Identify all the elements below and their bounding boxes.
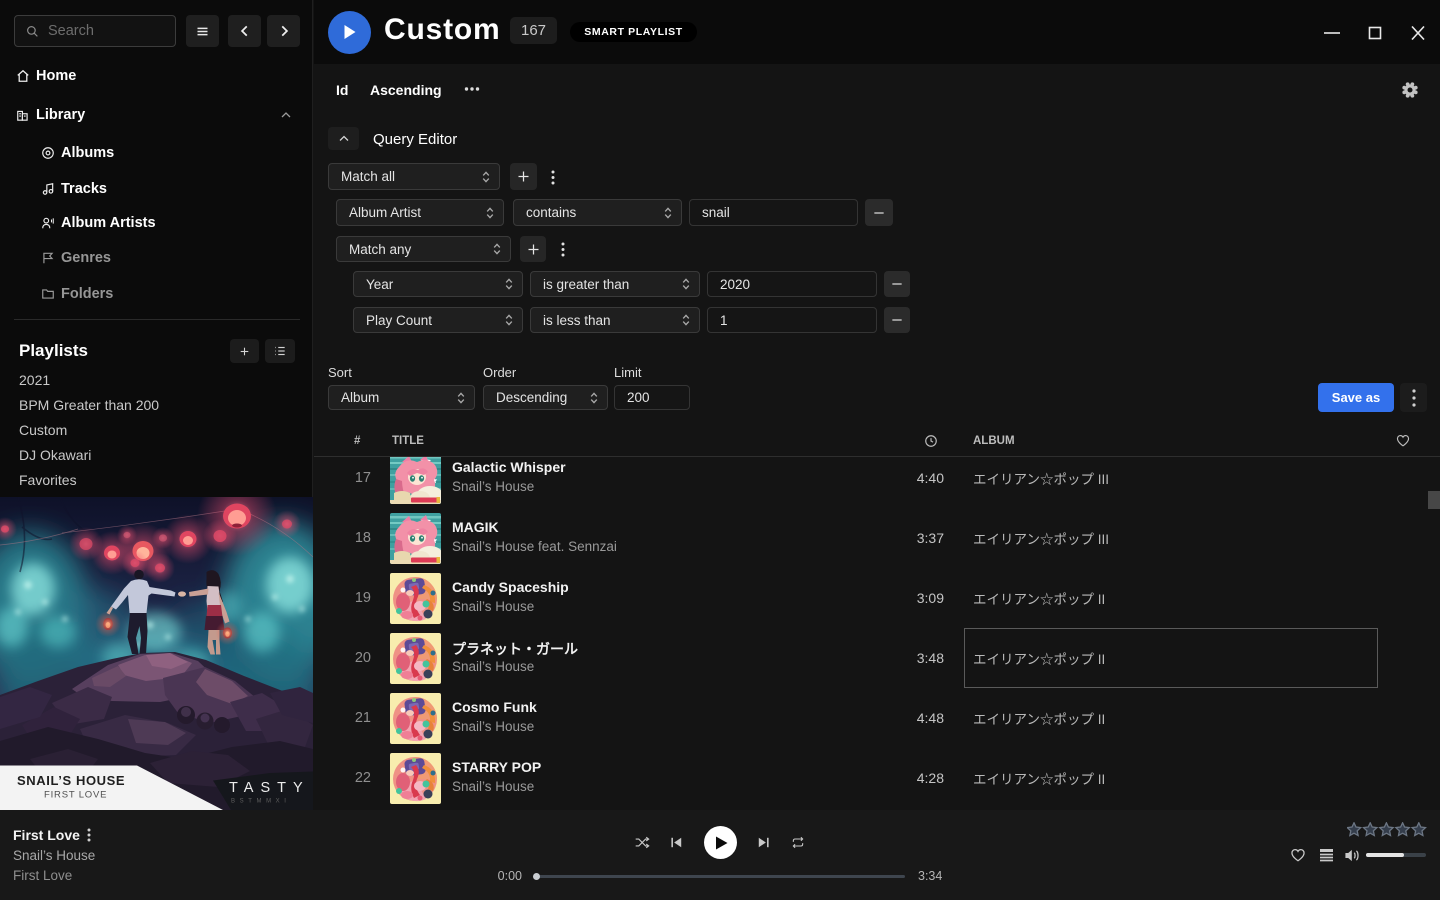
svg-text:FIRST LOVE: FIRST LOVE	[44, 790, 107, 801]
svg-text:BSTMMXI: BSTMMXI	[231, 799, 291, 805]
svg-text:SNAIL’S HOUSE: SNAIL’S HOUSE	[17, 773, 125, 788]
svg-text:TASTY: TASTY	[229, 780, 310, 796]
